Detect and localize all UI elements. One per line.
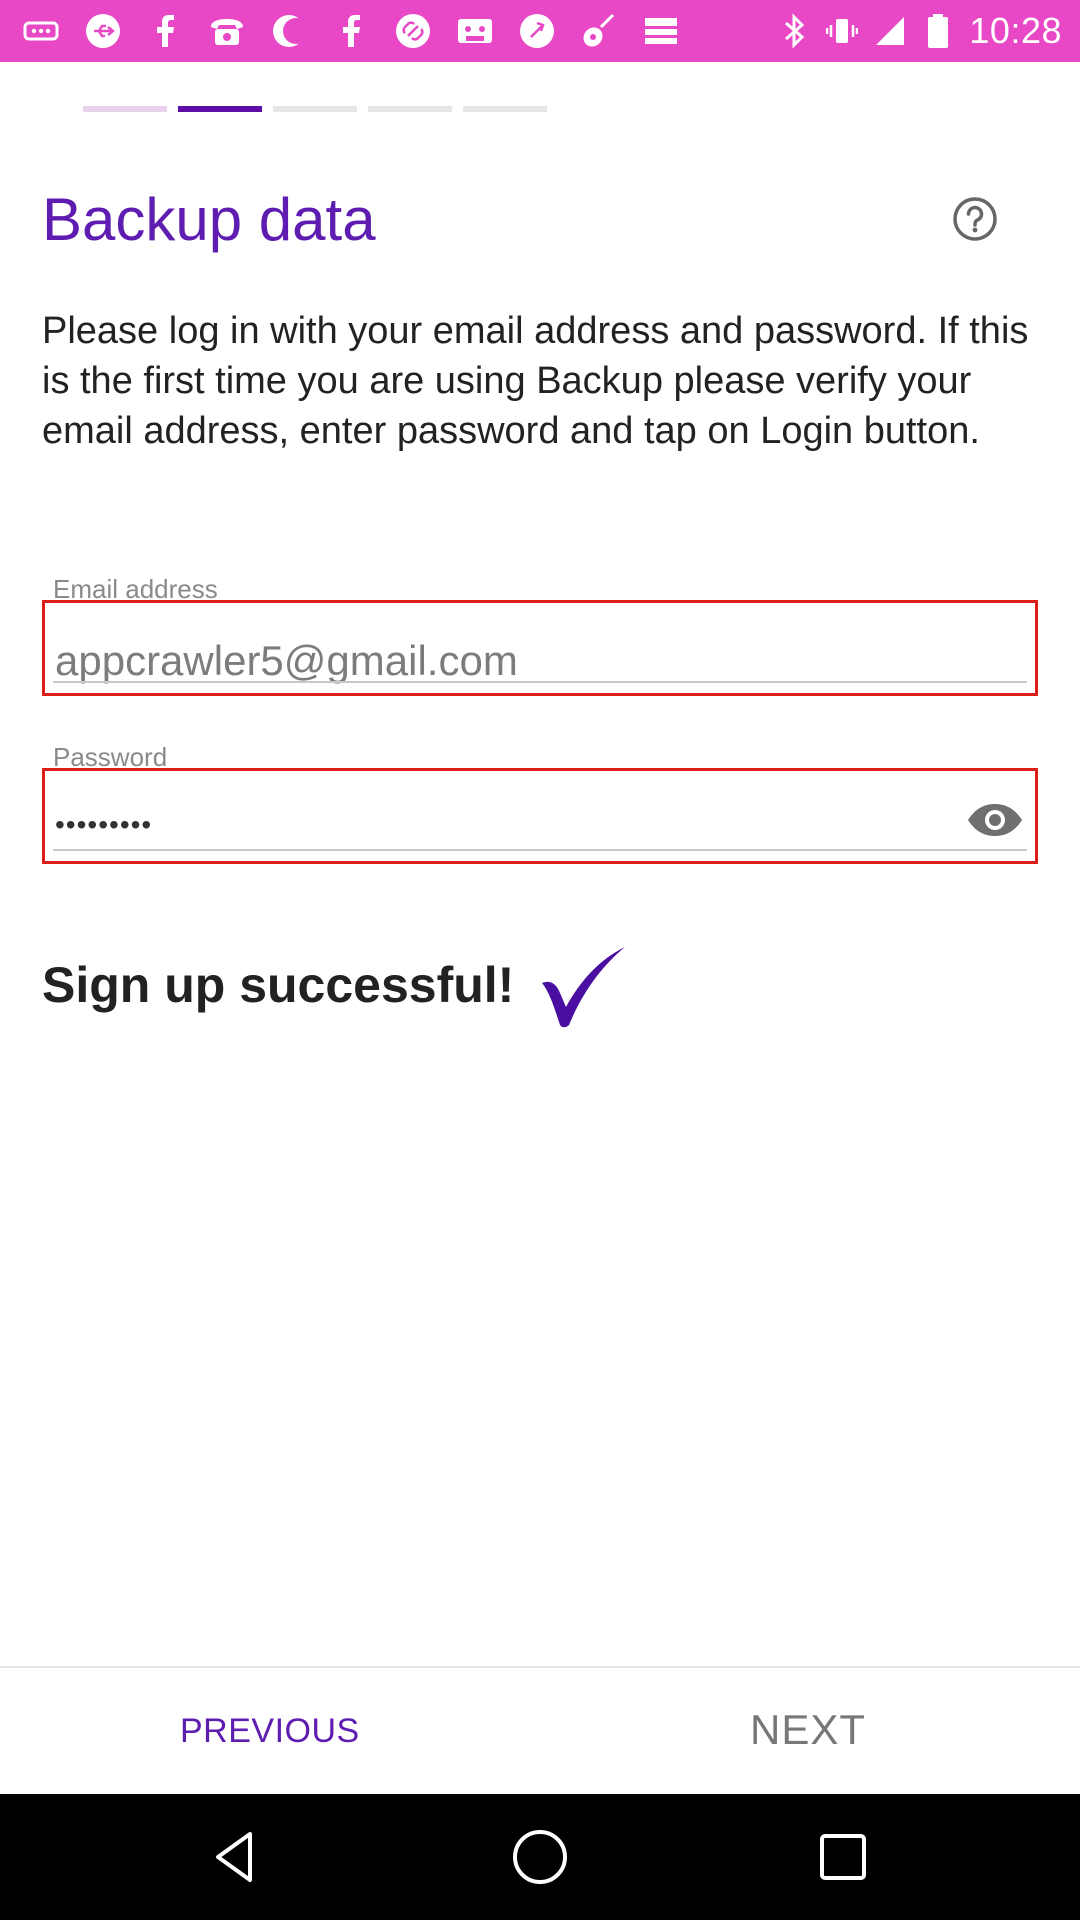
vibrate-icon xyxy=(825,11,859,51)
help-button[interactable] xyxy=(950,194,1000,244)
email-input-value[interactable]: appcrawler5@gmail.com xyxy=(55,637,518,685)
guitar-icon xyxy=(578,8,620,54)
password-field[interactable]: ••••••••• xyxy=(42,768,1038,864)
system-nav-bar xyxy=(0,1794,1080,1920)
link-icon xyxy=(392,8,434,54)
email-field[interactable]: appcrawler5@gmail.com xyxy=(42,600,1038,696)
clock: 10:28 xyxy=(969,10,1062,51)
recents-button[interactable] xyxy=(810,1824,876,1890)
signal-icon xyxy=(873,11,907,51)
step-5 xyxy=(463,106,547,112)
home-button[interactable] xyxy=(507,1824,573,1890)
recents-square-icon xyxy=(820,1834,866,1880)
email-underline xyxy=(53,681,1027,683)
moon-icon xyxy=(268,8,310,54)
step-2-current xyxy=(178,106,262,112)
instructions-text: Please log in with your email address an… xyxy=(42,310,1029,452)
eye-icon xyxy=(968,804,1022,836)
battery-icon xyxy=(921,11,955,51)
notification-icons xyxy=(20,8,702,54)
password-underline xyxy=(53,849,1027,851)
phone-icon xyxy=(206,8,248,54)
home-circle-icon xyxy=(513,1830,567,1884)
facebook-icon xyxy=(144,8,186,54)
step-3 xyxy=(273,106,357,112)
ticket-icon xyxy=(640,8,682,54)
checkmark-icon xyxy=(542,947,625,1028)
help-circle-icon xyxy=(953,197,997,241)
step-4 xyxy=(368,106,452,112)
back-triangle-icon xyxy=(216,1832,252,1882)
cassette-icon xyxy=(454,8,496,54)
next-button[interactable]: NEXT xyxy=(750,1706,866,1754)
previous-button[interactable]: PREVIOUS xyxy=(180,1712,360,1751)
back-button[interactable] xyxy=(204,1824,270,1890)
more-dots-icon xyxy=(20,8,62,54)
bottom-divider xyxy=(0,1666,1080,1668)
step-indicator xyxy=(83,106,558,112)
usb-icon xyxy=(82,8,124,54)
success-message: Sign up successful! xyxy=(42,957,515,1013)
password-input-value[interactable]: ••••••••• xyxy=(55,809,152,841)
bluetooth-icon xyxy=(777,11,811,51)
page-title: Backup data xyxy=(42,186,376,253)
system-tray: 10:28 xyxy=(777,0,1062,62)
step-1 xyxy=(83,106,167,112)
status-bar: 10:28 xyxy=(0,0,1080,62)
facebook-icon xyxy=(330,8,372,54)
dial-icon xyxy=(516,8,558,54)
show-password-toggle[interactable] xyxy=(965,799,1025,841)
